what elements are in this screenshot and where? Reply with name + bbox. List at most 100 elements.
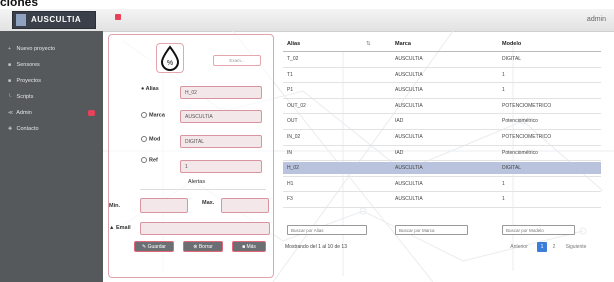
- pager-prev[interactable]: Anterior: [506, 242, 532, 252]
- cell-modelo: POTENCIOMETRICO: [502, 102, 552, 109]
- mod-radio[interactable]: [141, 136, 147, 142]
- max-field[interactable]: [221, 198, 269, 213]
- cell-marca: IAD: [395, 149, 404, 156]
- admin-badge: [88, 110, 95, 116]
- more-button[interactable]: ■ Más: [232, 241, 266, 252]
- delete-button-label: Borrar: [198, 244, 213, 250]
- cell-alias: OUT_02: [287, 102, 306, 109]
- cell-alias: T_02: [287, 56, 299, 62]
- cell-marca: AUSCULTIA: [395, 102, 423, 109]
- corner-icon: └: [8, 94, 12, 100]
- table-row[interactable]: P1 AUSCULTIA 1: [283, 84, 601, 96]
- menu-toggle-icon[interactable]: [115, 14, 121, 20]
- save-button[interactable]: ✎ Guardar: [134, 241, 174, 252]
- sidebar-item-label: Contacto: [16, 126, 39, 132]
- user-menu[interactable]: admin: [587, 16, 606, 23]
- email-field[interactable]: [140, 222, 270, 235]
- row-divider: [283, 160, 601, 162]
- save-icon: ✎: [142, 244, 147, 250]
- cell-modelo: 1: [502, 87, 505, 94]
- cell-alias: H1: [287, 180, 294, 187]
- cell-marca: AUSCULTIA: [395, 165, 423, 172]
- row-divider: [283, 97, 601, 99]
- filter-modelo-input[interactable]: [502, 225, 575, 235]
- alias-label: ● Alias: [141, 86, 159, 92]
- cell-modelo: DIGITAL: [502, 56, 522, 62]
- min-field[interactable]: [140, 198, 188, 213]
- sidebar-item-sensores[interactable]: ■ Sensores: [0, 57, 103, 73]
- table-row[interactable]: H1 AUSCULTIA 1: [283, 178, 601, 190]
- filter-alias-input[interactable]: [287, 225, 367, 235]
- more-icon: ■: [242, 244, 246, 250]
- table-row[interactable]: T_02 AUSCULTIA DIGITAL: [283, 53, 601, 65]
- table-row[interactable]: F3 AUSCULTIA 1: [283, 193, 601, 205]
- column-header-alias[interactable]: Alias: [287, 41, 300, 47]
- sidebar-item-contacto[interactable]: ✚ Contacto: [0, 121, 103, 137]
- cell-marca: AUSCULTIA: [395, 87, 423, 94]
- ref-label: Ref: [141, 157, 158, 163]
- cell-modelo: 1: [502, 196, 505, 203]
- cell-alias: H_02: [287, 165, 299, 172]
- cell-marca: AUSCULTIA: [395, 180, 423, 187]
- column-header-modelo[interactable]: Modelo: [502, 41, 521, 47]
- row-divider: [283, 191, 601, 193]
- app-logo[interactable]: AUSCULTIA: [12, 11, 96, 29]
- sidebar-item-label: Admin: [16, 110, 32, 116]
- cell-marca: AUSCULTIA: [395, 134, 423, 140]
- sensor-image-button[interactable]: %: [156, 43, 184, 73]
- cell-alias: T1: [287, 71, 293, 78]
- table-row[interactable]: IN_02 AUSCULTIA POTENCIOMETRICO: [283, 131, 601, 143]
- file-select-button[interactable]: Exam...: [213, 55, 261, 66]
- table-row[interactable]: H_02 AUSCULTIA DIGITAL: [283, 162, 601, 175]
- mod-label-text: Mod: [149, 136, 161, 143]
- contact-icon: ✚: [8, 126, 13, 132]
- sort-icon[interactable]: ⇅: [366, 41, 371, 47]
- save-button-label: Guardar: [147, 244, 166, 250]
- ref-label-text: Ref: [149, 157, 158, 164]
- cell-marca: AUSCULTIA: [395, 196, 423, 203]
- sidebar-item-scripts[interactable]: └ Scripts: [0, 89, 103, 105]
- sidebar-item-admin[interactable]: ≪ Admin: [0, 105, 103, 121]
- alias-field[interactable]: [180, 86, 262, 99]
- cell-marca: IAD: [395, 118, 404, 125]
- sidebar-item-nuevo-proyecto[interactable]: + Nuevo proyecto: [0, 41, 103, 57]
- table-row[interactable]: OUT_02 AUSCULTIA POTENCIOMETRICO: [283, 100, 601, 112]
- ref-radio[interactable]: [141, 157, 147, 163]
- table-row[interactable]: OUT IAD Potenciométrico: [283, 115, 601, 127]
- alertas-divider: [140, 189, 266, 190]
- tag-icon: ●: [141, 86, 145, 92]
- delete-button[interactable]: ⊗ Borrar: [183, 241, 223, 252]
- alertas-heading: Alertas: [188, 179, 206, 185]
- cell-modelo: Potenciométrico: [502, 118, 538, 125]
- marca-field[interactable]: [180, 110, 262, 123]
- marca-label-text: Marca: [149, 112, 165, 119]
- square-icon: ■: [8, 62, 12, 68]
- marca-radio[interactable]: [141, 112, 147, 118]
- sidebar-item-label: Proyectos: [16, 78, 41, 84]
- mod-field[interactable]: [180, 135, 262, 148]
- table-row[interactable]: T1 AUSCULTIA 1: [283, 69, 601, 81]
- square-icon: ■: [8, 78, 12, 84]
- max-label: Max.: [202, 200, 215, 206]
- row-divider: [283, 113, 601, 115]
- table-row[interactable]: IN IAD Potenciométrico: [283, 147, 601, 159]
- logo-mark-icon: [16, 14, 26, 26]
- table-info: Mostrando del 1 al 10 de 13: [285, 244, 347, 250]
- email-label-text: Email: [115, 225, 131, 231]
- drop-percent-icon: %: [160, 45, 180, 71]
- sidebar: + Nuevo proyecto ■ Sensores ■ Proyectos …: [0, 31, 103, 282]
- pager-page-1[interactable]: 1: [537, 242, 547, 252]
- mod-label: Mod: [141, 136, 160, 142]
- pager-page-2[interactable]: 2: [549, 242, 559, 252]
- sidebar-item-proyectos[interactable]: ■ Proyectos: [0, 73, 103, 89]
- sidebar-item-label: Sensores: [16, 62, 40, 68]
- row-divider: [283, 128, 601, 130]
- filter-marca-input[interactable]: [395, 225, 468, 235]
- marca-label: Marca: [141, 112, 165, 118]
- pager-next[interactable]: Siguiente: [562, 242, 590, 252]
- row-divider: [283, 144, 601, 146]
- row-divider: [283, 82, 601, 84]
- logo-text: AUSCULTIA: [31, 15, 82, 24]
- column-header-marca[interactable]: Marca: [395, 41, 411, 47]
- ref-field[interactable]: [180, 160, 262, 173]
